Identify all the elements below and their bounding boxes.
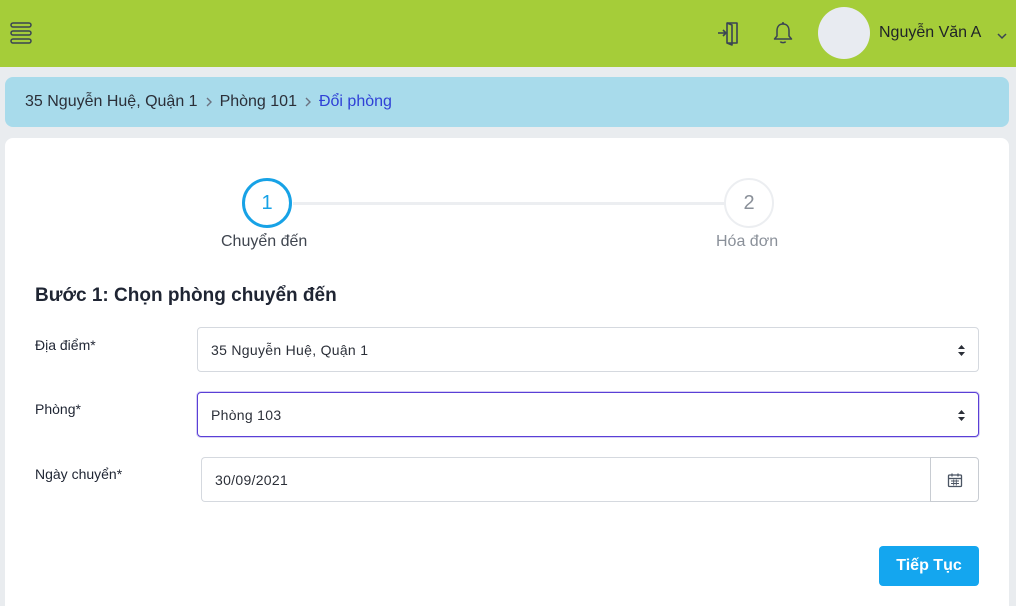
chevron-down-icon[interactable] xyxy=(996,28,1008,40)
room-select-value: Phòng 103 xyxy=(211,406,282,423)
top-header: Nguyễn Văn A xyxy=(0,0,1016,67)
step-2-indicator: 2 xyxy=(724,178,774,228)
calendar-icon xyxy=(947,473,962,487)
sort-arrows-icon xyxy=(958,410,965,421)
bell-icon[interactable] xyxy=(771,20,795,46)
step-1-label: Chuyển đến xyxy=(221,233,308,250)
avatar[interactable] xyxy=(818,7,870,59)
calendar-button[interactable] xyxy=(930,457,979,502)
sort-arrows-icon xyxy=(958,345,965,356)
chevron-right-icon xyxy=(206,97,212,107)
move-date-value: 30/09/2021 xyxy=(215,471,289,488)
room-select[interactable]: Phòng 103 xyxy=(197,392,979,437)
room-label: Phòng* xyxy=(35,401,81,417)
section-title: Bước 1: Chọn phòng chuyển đến xyxy=(35,285,337,306)
continue-button[interactable]: Tiếp Tục xyxy=(879,546,979,586)
user-name[interactable]: Nguyễn Văn A xyxy=(879,24,981,42)
location-label: Địa điểm* xyxy=(35,337,96,353)
location-select[interactable]: 35 Nguyễn Huệ, Quận 1 xyxy=(197,327,979,372)
breadcrumb-item-room[interactable]: Phòng 101 xyxy=(220,93,297,111)
step-2-label: Hóa đơn xyxy=(716,233,779,250)
chevron-right-icon xyxy=(305,97,311,107)
move-date-input[interactable]: 30/09/2021 xyxy=(201,457,931,502)
move-date-label: Ngày chuyển* xyxy=(35,466,123,482)
breadcrumb-item-current: Đổi phòng xyxy=(318,93,392,110)
step-1-indicator: 1 xyxy=(242,178,292,228)
breadcrumb: 35 Nguyễn Huệ, Quận 1 Phòng 101 Đổi phòn… xyxy=(5,77,1009,127)
breadcrumb-item-location[interactable]: 35 Nguyễn Huệ, Quận 1 xyxy=(25,93,198,111)
menu-icon[interactable] xyxy=(8,20,34,46)
location-select-value: 35 Nguyễn Huệ, Quận 1 xyxy=(211,341,369,358)
stepper-connector xyxy=(293,202,725,205)
logout-icon[interactable] xyxy=(716,20,742,46)
main-card xyxy=(5,138,1009,606)
